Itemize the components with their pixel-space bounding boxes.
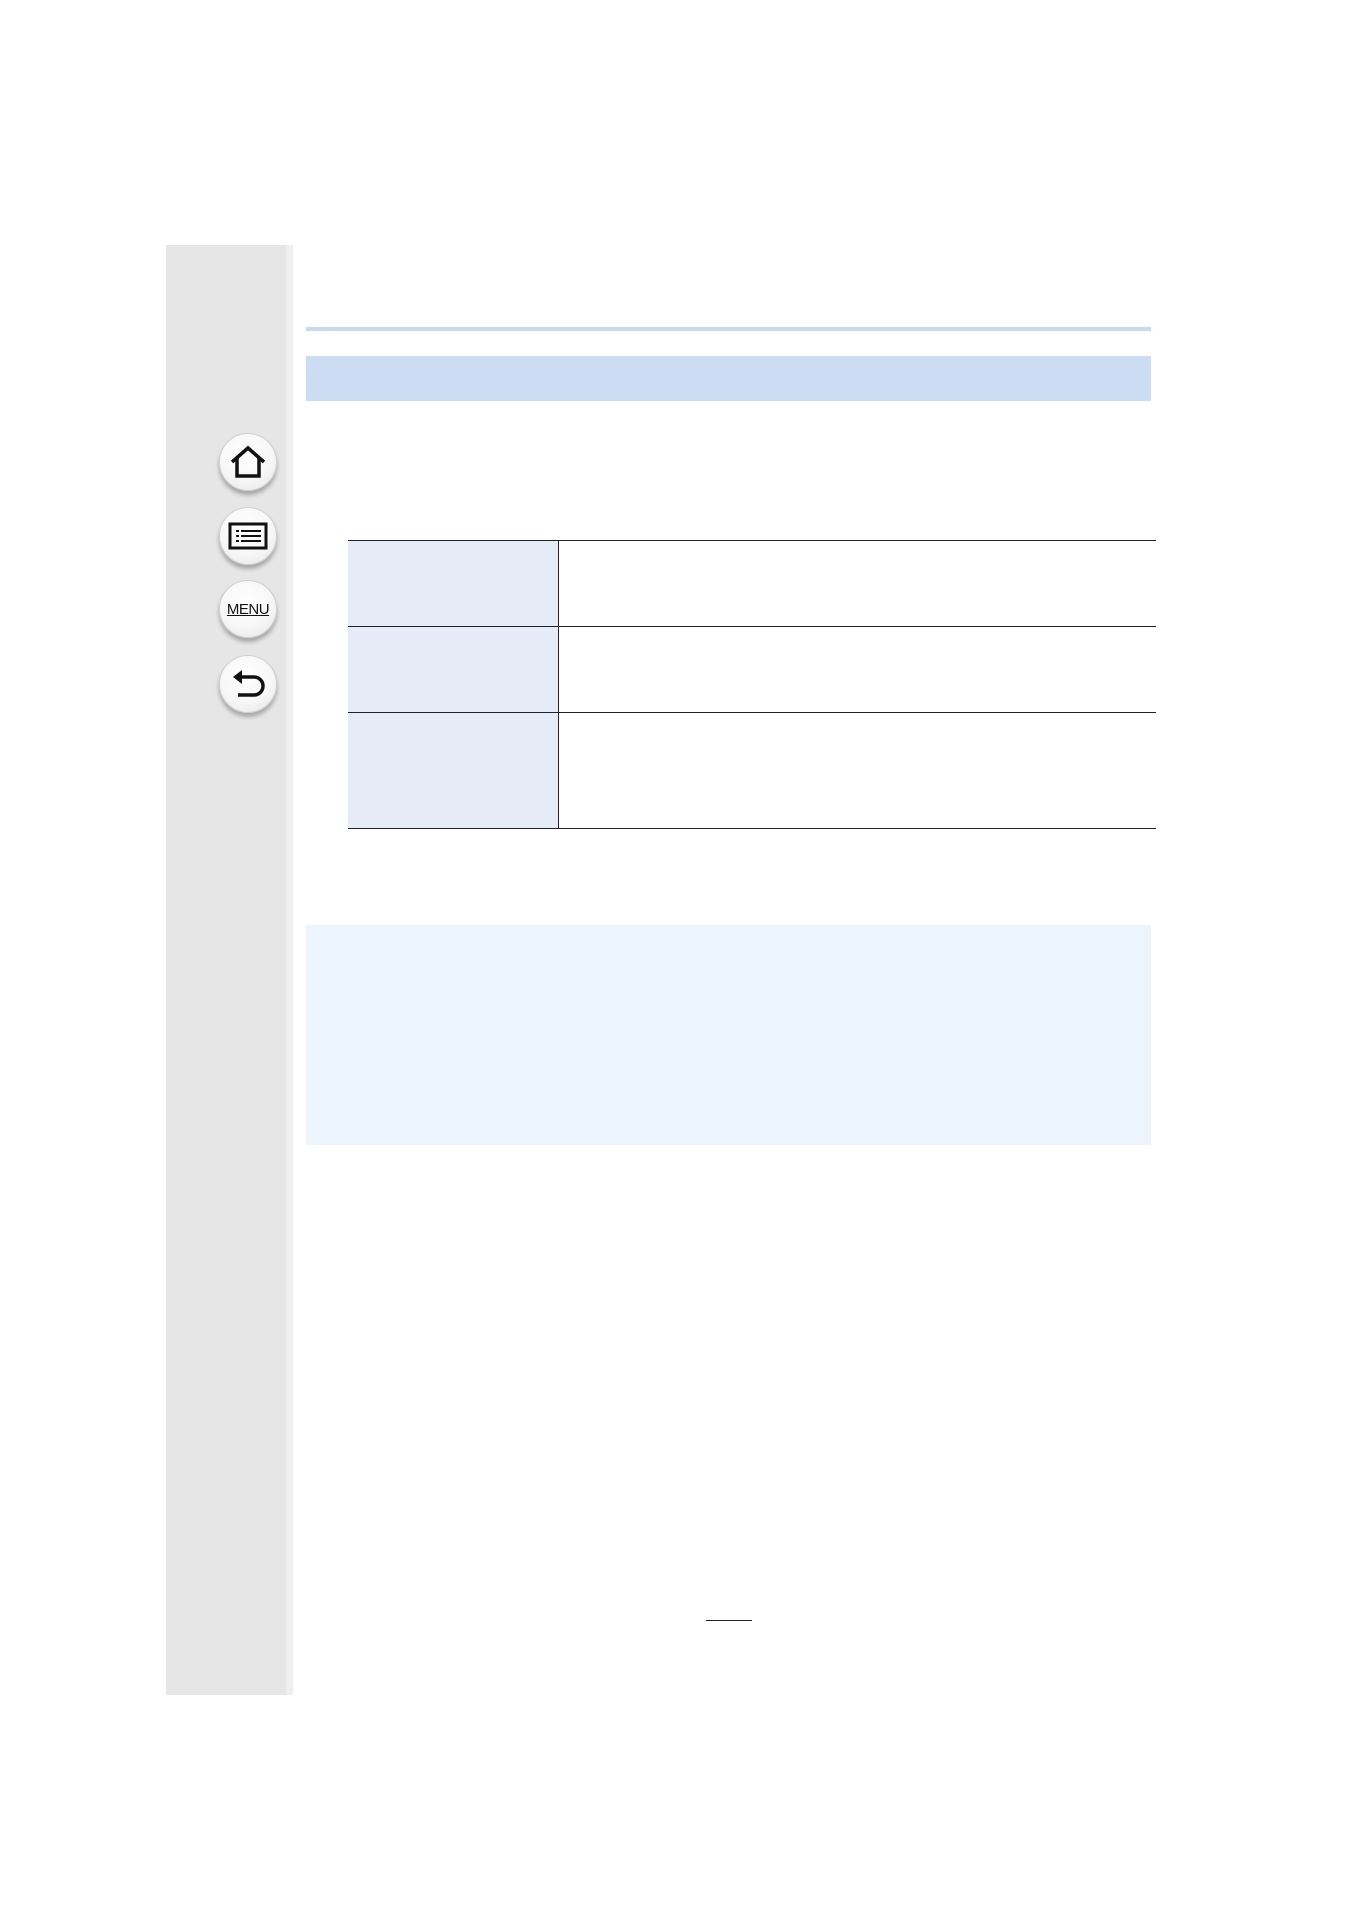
menu-button[interactable]: MENU: [219, 580, 277, 638]
home-button[interactable]: [219, 433, 277, 491]
setting-description-cell: [558, 626, 1156, 713]
setting-label-cell: [348, 626, 559, 713]
table-row: [348, 712, 1156, 829]
header-rule: [306, 327, 1151, 331]
table-row: [348, 626, 1156, 713]
contents-button[interactable]: [219, 507, 277, 565]
back-button[interactable]: [219, 655, 277, 713]
page-number: [706, 1600, 752, 1621]
home-icon: [230, 445, 266, 478]
setting-description-cell: [558, 712, 1156, 829]
sidebar-edge: [286, 245, 293, 1695]
note-box: [306, 925, 1151, 1145]
setting-label-cell: [348, 540, 559, 627]
menu-icon: MENU: [226, 600, 270, 618]
setting-label-cell: [348, 712, 559, 829]
settings-table: [348, 540, 1156, 829]
setting-description-cell: [558, 540, 1156, 627]
section-heading-bar: [306, 356, 1151, 401]
list-icon: [228, 522, 268, 550]
table-row: [348, 540, 1156, 627]
back-arrow-icon: [233, 670, 265, 697]
